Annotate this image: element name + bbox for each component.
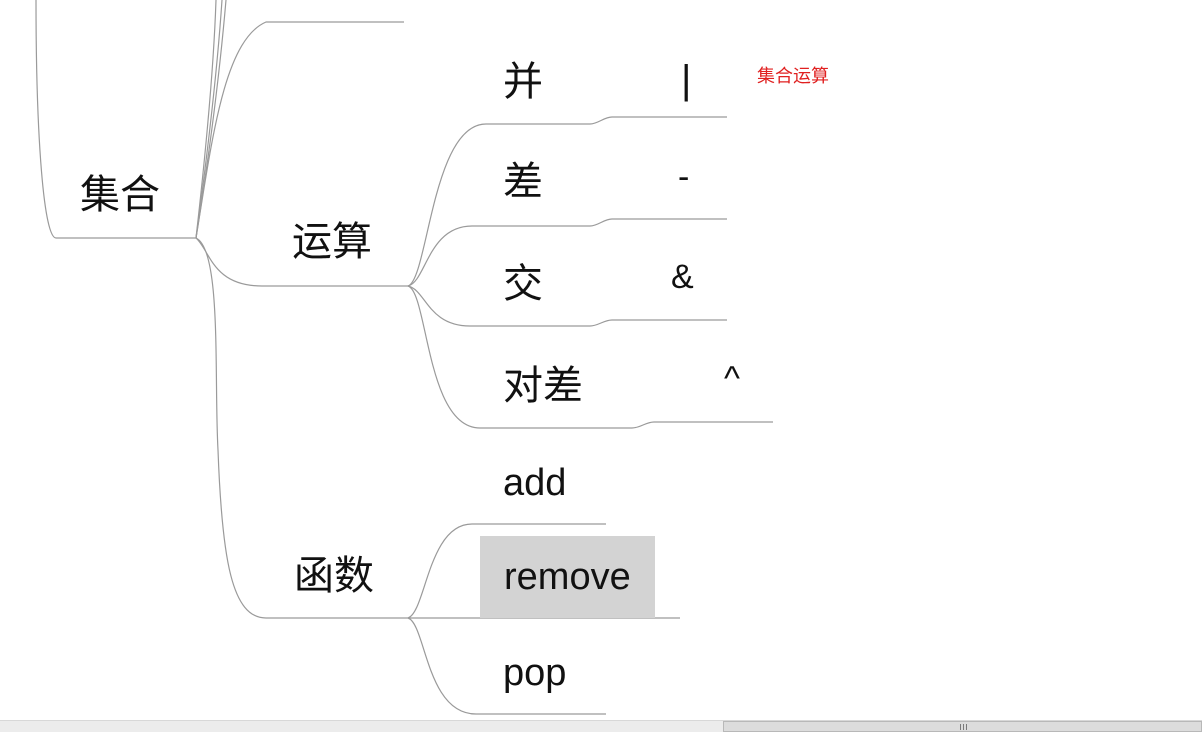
- node-funcs[interactable]: 函数: [294, 556, 374, 596]
- scrollbar-thumb[interactable]: [723, 721, 1202, 732]
- node-ops-inter-symbol[interactable]: &: [671, 260, 694, 294]
- node-funcs-remove[interactable]: remove: [480, 536, 655, 618]
- node-ops-inter[interactable]: 交: [503, 264, 543, 304]
- node-ops-union[interactable]: 并: [503, 62, 543, 102]
- node-funcs-add[interactable]: add: [503, 464, 566, 502]
- connector-ops-symdiff: [407, 285, 773, 429]
- connector-root-left: [35, 0, 57, 239]
- horizontal-scrollbar[interactable]: [0, 720, 1202, 732]
- mindmap-canvas[interactable]: 集合 运算 并 | 集合运算 差 - 交 & 对差 ^ 函数 add remov…: [0, 0, 1202, 732]
- node-ops-union-note[interactable]: 集合运算: [757, 68, 829, 86]
- node-ops-symdiff[interactable]: 对差: [503, 366, 583, 406]
- node-funcs-pop[interactable]: pop: [503, 654, 566, 692]
- scrollbar-grip-icon: [960, 724, 967, 730]
- node-ops[interactable]: 运算: [292, 222, 372, 262]
- node-ops-diff-symbol[interactable]: -: [678, 160, 689, 194]
- node-ops-symdiff-symbol[interactable]: ^: [724, 362, 740, 396]
- node-ops-union-symbol[interactable]: |: [681, 60, 691, 100]
- mindmap-connectors: [35, 0, 773, 715]
- connector-root-up-4: [195, 21, 404, 239]
- node-root[interactable]: 集合: [80, 175, 160, 215]
- node-ops-diff[interactable]: 差: [503, 162, 543, 202]
